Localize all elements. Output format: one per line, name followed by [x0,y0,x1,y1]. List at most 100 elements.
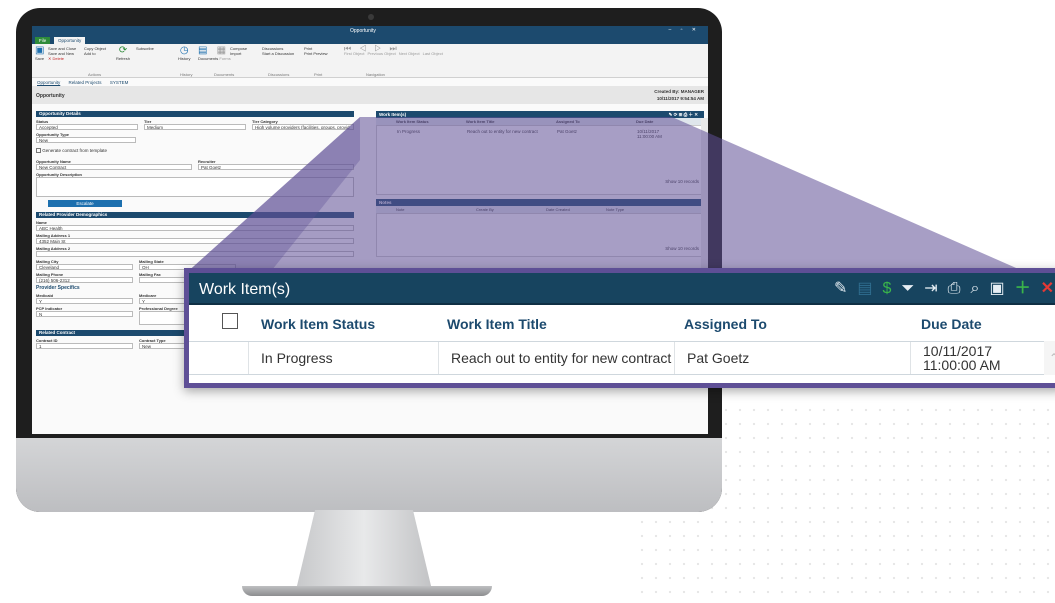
print-preview-icon[interactable]: ⌕ [970,279,979,299]
status-select[interactable]: Accepted [36,124,138,130]
mini-work-items-body: In Progress Reach out to entity for new … [376,125,704,195]
col-assigned-to[interactable]: Assigned To [684,316,767,332]
created-on: 10/11/2017 9:54:54 AM [656,96,704,101]
subtab-opportunity[interactable]: Opportunity [37,80,60,85]
documents-icon[interactable]: ▤ [198,46,207,56]
type-select[interactable]: New [36,137,136,143]
filter-icon[interactable]: ⏷ [901,279,914,299]
row-scroll-up-icon[interactable]: ⌃ [1044,341,1055,375]
ribbon-compose: Compose Import [230,46,247,56]
history-icon[interactable]: ◷ [180,46,189,56]
forms-icon[interactable]: ▦ [217,46,226,56]
monitor: Opportunity – ▫ ✕ File Opportunity ▣ Sav… [16,8,722,512]
subtab-system[interactable]: SYSTEM [110,80,129,85]
mini-notes-footer[interactable]: Show 10 records [377,246,703,251]
pcp-field[interactable]: N [36,311,133,318]
work-items-toolbar: ✎ ▤ $ ⏷ ⇥ ⎙ ⌕ ▣ ＋ ✕ [834,279,1054,299]
documents-button[interactable]: Documents [198,56,218,61]
work-items-columns: Work Item Status Work Item Title Assigne… [189,305,1055,341]
refresh-icon[interactable]: ⟳ [119,46,127,56]
mini-work-items-header: Work Item(s) ✎ ⟳ ⊞ ⎙ ＋ ✕ [376,111,704,118]
refresh-icon[interactable]: $ [883,279,892,299]
next-object-button[interactable]: Next Object [399,51,420,56]
forms-button[interactable]: Forms [219,56,230,61]
group-label-actions: Actions [88,72,102,77]
edit-icon[interactable]: ✎ [834,279,847,299]
mini-work-items-footer[interactable]: Show 10 records [377,179,703,184]
tab-opportunity[interactable]: Opportunity [54,37,86,44]
notes-col-create-by: Create By [476,207,494,212]
mini-work-item-row[interactable]: In Progress Reach out to entity for new … [377,126,703,139]
record-title: Opportunity [36,93,65,99]
report-icon[interactable]: ▣ [989,279,1004,299]
add-to-button[interactable]: Add to [84,51,106,56]
phone-field[interactable]: (216) 506-2312 [36,277,133,284]
group-label-discussions: Discussions [268,72,290,77]
tier-category-select[interactable]: High volume providers (facilities, group… [252,124,354,130]
generate-contract-checkbox[interactable] [36,148,41,154]
add-icon[interactable]: ＋ [1015,279,1031,299]
refresh-button[interactable]: Refresh [116,56,130,61]
ribbon-group-navigation: ⏮◁▷⏭ First Object Previous Object Next O… [344,45,443,78]
mini-cell-due: 10/11/2017 11:00:00 AM [637,129,662,139]
monitor-chin [16,438,722,512]
ribbon-group-actions: ▣ Save [35,46,44,62]
table-row[interactable]: In Progress Reach out to entity for new … [189,341,1055,375]
recruiter-field[interactable]: Pat Goetz [198,164,354,171]
generate-contract-row: Generate contract from template [36,148,354,154]
ribbon-group-documents: ▤ ▦ Documents Forms Documents [198,46,234,78]
tab-file[interactable]: File [35,37,51,44]
camera [368,14,374,20]
mini-notes-columns: Note Create By Date Created Note Type [376,206,704,213]
ribbon-actions-list: Save and Close Save and New ✕ Delete Act… [48,46,101,77]
contract-id-field[interactable]: 1 [36,343,133,350]
print-icon[interactable]: ⎙ [948,279,961,299]
col-work-item-status[interactable]: Work Item Status [261,316,375,332]
escalate-button[interactable]: Escalate [48,200,122,208]
mini-col-title: Work Item Title [466,119,495,124]
mini-col-due: Due Date [636,119,654,124]
previous-object-button[interactable]: Previous Object [367,51,395,56]
delete-icon[interactable]: ✕ [1041,279,1054,299]
tier-select[interactable]: Medium [144,124,246,130]
start-discussion-button[interactable]: Start a Discussion [262,51,294,56]
mini-col-assigned: Assigned To [556,119,580,124]
name-field[interactable]: New Contract [36,164,192,171]
select-all-checkbox[interactable] [222,313,238,329]
mini-cell-status: In Progress [397,129,421,134]
group-label-print: Print [314,72,323,77]
history-button[interactable]: History [178,56,190,61]
created-info: Created By: MANAGER 10/11/2017 9:54:54 A… [654,88,704,102]
import-button[interactable]: Import [230,51,247,56]
last-object-button[interactable]: Last Object [423,51,443,56]
delete-label: Delete [52,56,65,61]
save-icon[interactable]: ▣ [35,46,44,56]
group-label-navigation: Navigation [366,72,385,77]
description-field[interactable] [36,177,354,198]
subtab-related-projects[interactable]: Related Projects [69,80,102,85]
page: Opportunity – ▫ ✕ File Opportunity ▣ Sav… [0,0,1055,603]
window-controls[interactable]: – ▫ ✕ [668,27,700,33]
copy-icon[interactable]: ▤ [857,279,872,299]
save-button[interactable]: Save [35,56,44,61]
print-preview-button[interactable]: Print Preview [304,51,328,56]
mini-cell-title: Reach out to entity for new contract [467,129,538,134]
ribbon-group-print: Print Print Preview Print [304,46,328,77]
cell-status: In Progress [248,342,438,374]
mini-work-items-title: Work Item(s) [379,112,407,117]
export-icon[interactable]: ⇥ [924,279,937,299]
cell-title: Reach out to entity for new contract [438,342,674,374]
provider-name-field[interactable]: ABC Health [36,225,354,232]
due-date: 10/11/2017 [923,343,993,359]
col-work-item-title[interactable]: Work Item Title [447,316,547,332]
title-bar: Opportunity – ▫ ✕ [32,26,708,36]
delete-button[interactable]: ✕ Delete [48,56,76,61]
first-object-button[interactable]: First Object [344,51,364,56]
mini-work-items-toolbar[interactable]: ✎ ⟳ ⊞ ⎙ ＋ ✕ [669,111,698,118]
col-due-date[interactable]: Due Date [921,316,982,332]
notes-col-date: Date Created [546,207,570,212]
mini-notes-title: Notes [379,200,392,205]
window-title: Opportunity [350,28,376,34]
subscribe-button[interactable]: Subscribe [136,46,154,51]
address1-field[interactable]: 4352 Main St [36,238,354,245]
